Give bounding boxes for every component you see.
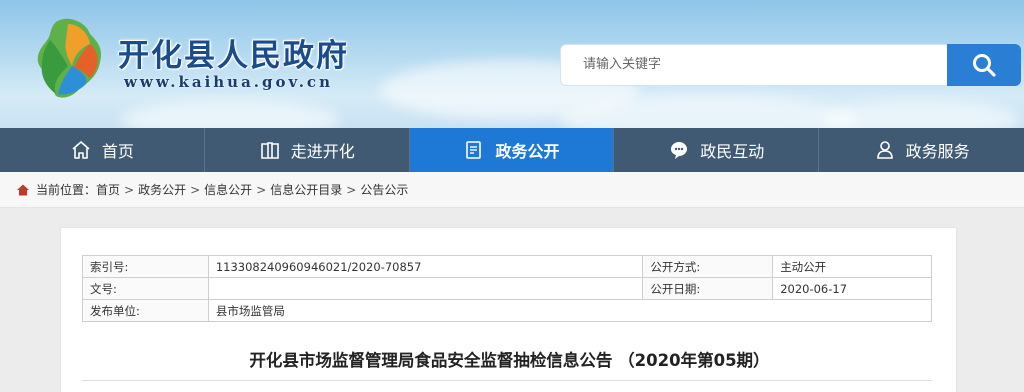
nav-item-label: 政务公开	[495, 142, 560, 161]
nav-item-label: 走进开化	[290, 142, 355, 161]
disclosure-date-label: 公开日期:	[642, 277, 774, 300]
disclosure-mode-label: 公开方式:	[642, 255, 774, 278]
doc-no-value	[207, 277, 644, 300]
nav-item-services[interactable]: 政务服务	[819, 128, 1024, 172]
main-nav: 首页 走进开化 政务公开 政民互动 政务服务	[0, 128, 1024, 172]
article-card: 索引号: 113308240960946021/2020-70857 公开方式:…	[60, 227, 957, 392]
chat-icon	[671, 142, 688, 159]
title-divider	[82, 380, 932, 381]
nav-item-label: 首页	[101, 142, 134, 161]
publisher-label: 发布单位:	[82, 299, 209, 322]
disclosure-mode-value: 主动公开	[772, 255, 932, 278]
document-icon	[466, 141, 482, 159]
nav-item-about[interactable]: 走进开化	[205, 128, 410, 172]
breadcrumb-item-home[interactable]: 首页	[96, 181, 120, 198]
breadcrumb-prefix: 当前位置：	[36, 183, 97, 197]
disclosure-date-value: 2020-06-17	[772, 277, 932, 300]
breadcrumb-separator: >	[124, 182, 135, 197]
search-input[interactable]: 请输入关键字	[560, 44, 948, 86]
table-row: 索引号: 113308240960946021/2020-70857 公开方式:…	[82, 255, 932, 278]
breadcrumb-item-info-disclosure[interactable]: 信息公开	[204, 181, 252, 198]
breadcrumb-separator: >	[256, 182, 267, 197]
nav-item-label: 政务服务	[905, 142, 970, 161]
breadcrumb-item-gov-affairs[interactable]: 政务公开	[138, 181, 186, 198]
location-home-icon	[17, 184, 29, 195]
user-icon	[876, 141, 893, 159]
breadcrumb-separator: >	[190, 182, 201, 197]
breadcrumb-item-notices[interactable]: 公告公示	[360, 181, 408, 198]
nav-item-home[interactable]: 首页	[0, 128, 205, 172]
doc-no-label: 文号:	[82, 277, 209, 300]
site-header: 开化县人民政府 www.kaihua.gov.cn 请输入关键字	[0, 0, 1024, 128]
nav-item-label: 政民互动	[700, 142, 765, 161]
county-logo-icon	[37, 18, 102, 98]
publisher-value: 县市场监管局	[207, 299, 933, 322]
index-value: 113308240960946021/2020-70857	[207, 255, 644, 278]
table-row: 发布单位: 县市场监管局	[82, 299, 933, 322]
search-button[interactable]	[947, 44, 1021, 86]
nav-item-gov-affairs[interactable]: 政务公开	[409, 128, 615, 172]
breadcrumb-item-catalog[interactable]: 信息公开目录	[270, 181, 342, 198]
search-icon	[973, 54, 996, 77]
breadcrumb-separator: >	[346, 182, 357, 197]
metadata-table: 索引号: 113308240960946021/2020-70857 公开方式:…	[82, 255, 933, 322]
home-icon	[72, 141, 90, 159]
book-icon	[260, 142, 279, 159]
index-label: 索引号:	[82, 255, 209, 278]
breadcrumb: 当前位置： 首页 > 政务公开 > 信息公开 > 信息公开目录 > 公告公示	[0, 172, 1024, 208]
site-title: 开化县人民政府	[118, 38, 349, 74]
nav-item-interaction[interactable]: 政民互动	[614, 128, 820, 172]
table-row: 文号: 公开日期: 2020-06-17	[82, 277, 932, 300]
article-title: 开化县市场监督管理局食品安全监督抽检信息公告 （2020年第05期）	[249, 351, 770, 370]
site-url: www.kaihua.gov.cn	[124, 73, 333, 91]
